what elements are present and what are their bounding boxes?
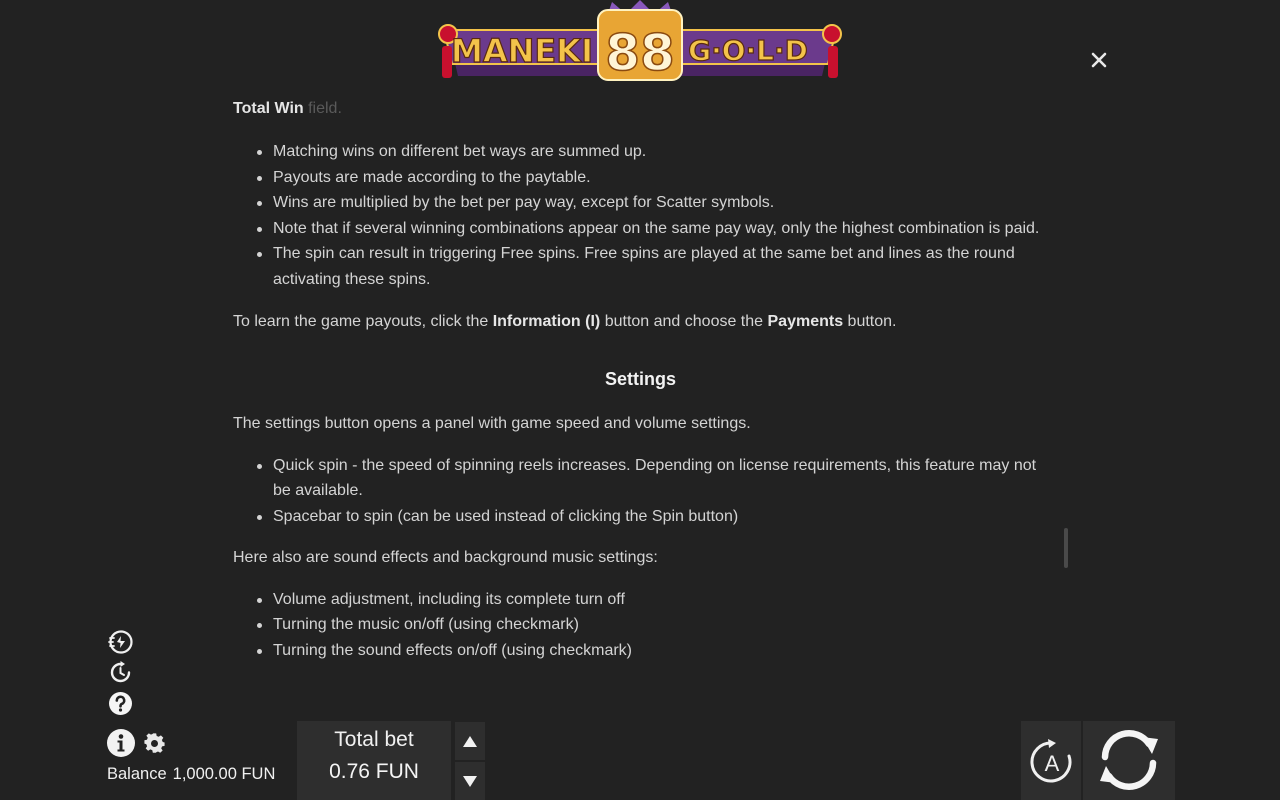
section-title-settings: Settings: [604, 368, 676, 389]
list-item: Payouts are made according to the paytab…: [257, 165, 1048, 191]
list-item: Wins are multiplied by the bet per pay w…: [257, 190, 1048, 216]
total-bet-panel: Total bet 0.76 FUN: [297, 721, 451, 800]
total-bet-label: Total bet: [334, 728, 414, 751]
logo-word-gold: G·O·L·D: [688, 34, 808, 67]
balance-label: Balance: [107, 765, 167, 783]
bet-increase-button[interactable]: [455, 722, 485, 760]
spin-icon: [1100, 730, 1158, 790]
turbo-spin-icon: [108, 630, 133, 654]
list-item: Turning the sound effects on/off (using …: [257, 638, 1048, 664]
help-icon: [109, 692, 132, 715]
logo-word-maneki: MANEKI: [451, 32, 593, 70]
logo-number: 88: [605, 24, 675, 82]
list-item: Quick spin - the speed of spinning reels…: [257, 453, 1048, 504]
history-button[interactable]: [108, 660, 133, 685]
sound-list: Volume adjustment, including its complet…: [233, 587, 1048, 664]
close-button[interactable]: [1086, 47, 1112, 73]
autoplay-icon: A: [1030, 739, 1072, 783]
turbo-spin-button[interactable]: [108, 629, 133, 654]
list-item: Matching wins on different bet ways are …: [257, 139, 1048, 165]
total-bet-value: 0.76 FUN: [329, 760, 419, 783]
history-icon: [110, 661, 131, 683]
info-button[interactable]: [106, 728, 136, 758]
scrollbar-thumb[interactable]: [1064, 528, 1068, 568]
payouts-paragraph: To learn the game payouts, click the Inf…: [233, 313, 897, 330]
help-button[interactable]: [108, 691, 133, 716]
arrow-down-icon: [463, 775, 477, 787]
list-item: Spacebar to spin (can be used instead of…: [257, 504, 1048, 530]
autoplay-letter: A: [1045, 751, 1060, 776]
sound-intro: Here also are sound effects and backgrou…: [233, 549, 658, 566]
list-item: The spin can result in triggering Free s…: [257, 241, 1048, 292]
info-icon: [107, 729, 135, 757]
wins-list: Matching wins on different bet ways are …: [233, 139, 1048, 292]
autoplay-button[interactable]: A: [1028, 738, 1076, 786]
close-icon: [1091, 52, 1107, 68]
settings-intro: The settings button opens a panel with g…: [233, 415, 751, 432]
spin-button[interactable]: [1094, 727, 1164, 793]
balance-value: 1,000.00 FUN: [172, 765, 276, 783]
game-logo: MANEKI 88 G·O·L·D: [430, 0, 850, 90]
balance-display: Balance 1,000.00 FUN: [107, 765, 275, 784]
gear-icon: [144, 733, 165, 753]
list-item: Note that if several winning combination…: [257, 216, 1048, 242]
faded-text: Total Win field.: [233, 100, 342, 117]
bet-decrease-button[interactable]: [455, 762, 485, 800]
list-item: Turning the music on/off (using checkmar…: [257, 612, 1048, 638]
list-item: Volume adjustment, including its complet…: [257, 587, 1048, 613]
settings-list: Quick spin - the speed of spinning reels…: [233, 453, 1048, 530]
arrow-up-icon: [463, 735, 477, 747]
rules-content[interactable]: Total Win field. Matching wins on differ…: [233, 98, 1048, 690]
settings-button[interactable]: [144, 733, 165, 754]
